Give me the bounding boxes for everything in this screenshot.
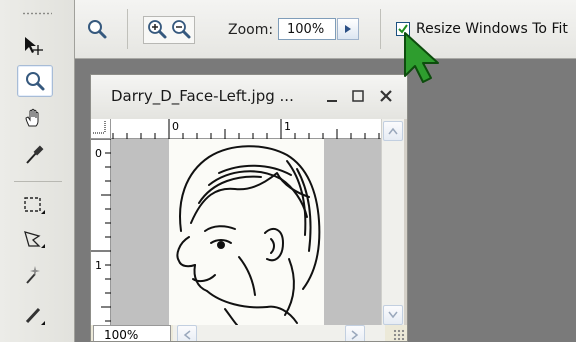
lasso-tool-icon[interactable] [17, 225, 51, 255]
brush-tool-icon[interactable] [17, 300, 51, 330]
close-icon[interactable] [375, 83, 397, 109]
move-tool-icon[interactable] [17, 30, 51, 60]
ruler-label-h: 0 [172, 120, 179, 133]
scroll-up-icon[interactable] [383, 121, 403, 141]
zoom-out-icon[interactable] [168, 16, 194, 42]
toolbox-grip[interactable] [22, 12, 52, 15]
chevron-right-icon [345, 25, 351, 33]
options-bar: Zoom: 100% Resize Windows To Fit [0, 0, 576, 59]
toolbox [0, 0, 75, 342]
toolbox-separator [14, 181, 62, 182]
document-titlebar[interactable]: Darry_D_Face-Left.jpg ... [91, 75, 407, 119]
document-title: Darry_D_Face-Left.jpg ... [111, 87, 294, 105]
document-window[interactable]: Darry_D_Face-Left.jpg ... 0 1 0 1 100% [90, 74, 408, 342]
zoom-in-icon[interactable] [144, 16, 170, 42]
marquee-tool-icon[interactable] [17, 191, 51, 221]
zoom-input[interactable]: 100% [278, 18, 336, 40]
caricature-image [169, 139, 324, 325]
resize-grip[interactable] [393, 329, 405, 341]
document-statusbar: 100% [91, 325, 407, 341]
zoom-percentage-field[interactable]: 100% [93, 325, 171, 341]
zoom-tool-icon[interactable] [17, 65, 53, 97]
maximize-icon[interactable] [347, 83, 369, 109]
horizontal-scrollbar[interactable] [173, 325, 385, 341]
horizontal-ruler: 0 1 [111, 119, 381, 139]
options-separator [127, 9, 128, 49]
minimize-icon[interactable] [321, 83, 343, 109]
zoom-label: Zoom: [228, 22, 274, 38]
vertical-scrollbar[interactable] [381, 119, 404, 325]
ruler-label-h: 1 [284, 120, 291, 133]
ruler-label-v: 1 [95, 259, 102, 272]
scroll-down-icon[interactable] [383, 305, 403, 325]
hand-tool-icon[interactable] [17, 103, 51, 133]
document-canvas[interactable] [111, 139, 381, 325]
vertical-ruler: 0 1 [91, 139, 111, 325]
scroll-left-icon[interactable] [177, 325, 197, 341]
zoom-tool-preset-icon[interactable] [84, 16, 110, 42]
ruler-label-v: 0 [95, 147, 102, 160]
arrow-cursor-icon [404, 32, 439, 83]
magic-wand-tool-icon[interactable] [17, 260, 51, 290]
zoom-dropdown-button[interactable] [337, 18, 359, 40]
scroll-right-icon[interactable] [345, 325, 365, 341]
eyedropper-tool-icon[interactable] [17, 140, 51, 170]
ruler-origin[interactable] [91, 119, 111, 139]
options-separator [380, 9, 381, 49]
